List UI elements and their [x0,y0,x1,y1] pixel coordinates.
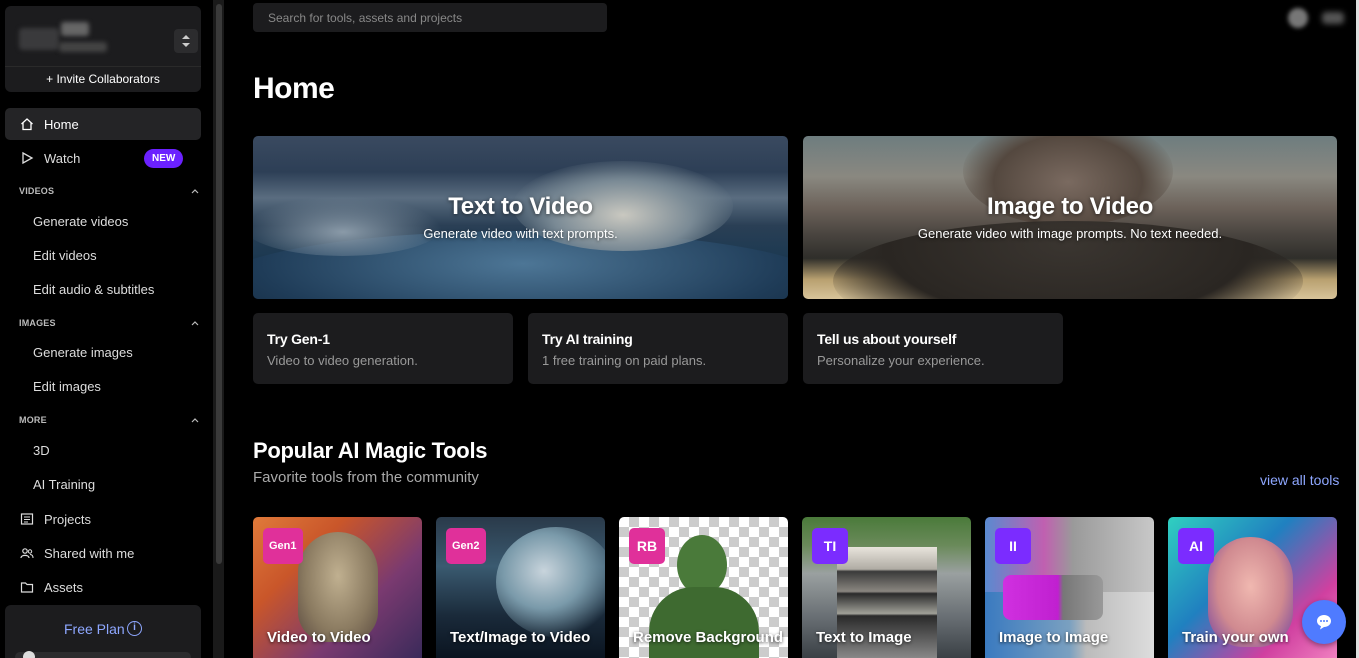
section-subtitle: Favorite tools from the community [253,469,479,486]
section-title: MORE [19,415,47,425]
section-title: VIDEOS [19,186,55,196]
card-try-gen1[interactable]: Try Gen-1 Video to video generation. [253,313,513,384]
team-switch-button[interactable] [174,29,198,53]
sidebar-item-edit-audio[interactable]: Edit audio & subtitles [33,282,154,297]
avatar[interactable] [1288,8,1308,28]
team-role [59,42,107,52]
tool-label: Image to Image [999,629,1109,646]
sidebar-item-generate-images[interactable]: Generate images [33,345,133,360]
tool-label: Text/Image to Video [450,629,591,646]
tool-card-remove-background[interactable]: RB Remove Background [619,517,788,658]
sidebar-item-label: Home [44,116,79,132]
invite-collaborators-button[interactable]: + Invite Collaborators [5,70,201,92]
plan-box: Free Plan i [5,605,201,658]
team-switcher[interactable]: + Invite Collaborators [5,6,201,92]
tool-label: Text to Image [816,629,912,646]
sidebar-item-label: Projects [44,511,91,527]
tool-badge: II [995,528,1031,564]
tool-card-text-to-image[interactable]: TI Text to Image [802,517,971,658]
tool-card-gen2[interactable]: Gen2 Text/Image to Video [436,517,605,658]
folder-icon [19,579,35,595]
chevron-up-down-icon [182,35,190,47]
wave-image [496,527,605,637]
hero-subtitle: Generate video with image prompts. No te… [917,226,1223,241]
tool-badge: Gen2 [446,528,486,564]
account-menu[interactable] [1322,12,1344,24]
sidebar-item-projects[interactable]: Projects [5,503,201,535]
play-icon [19,150,35,166]
sidebar-item-ai-training[interactable]: AI Training [33,477,95,492]
tool-label: Train your own [1182,629,1289,646]
sidebar-item-generate-videos[interactable]: Generate videos [33,214,128,229]
section-more-header[interactable]: MORE [19,415,199,425]
card-subtitle: Video to video generation. [267,353,418,368]
team-name [61,22,89,36]
new-badge: NEW [144,149,184,168]
tool-card-gen1[interactable]: Gen1 Video to Video [253,517,422,658]
character-image [298,532,378,642]
sidebar-scrollbar-thumb[interactable] [216,4,222,564]
plan-label[interactable]: Free Plan [64,621,125,637]
sidebar-item-shared[interactable]: Shared with me [5,537,201,569]
sidebar-item-label: Shared with me [44,545,135,561]
card-title: Try Gen-1 [267,331,330,347]
team-avatar [19,28,59,50]
chat-icon [1317,615,1331,630]
jeep-image [1003,575,1103,620]
hero-image-to-video[interactable]: Image to Video Generate video with image… [803,136,1337,299]
hero-title: Text to Video [448,193,593,220]
sidebar-item-assets[interactable]: Assets [5,571,201,603]
card-subtitle: 1 free training on paid plans. [542,353,707,368]
sidebar-item-label: Assets [44,579,84,595]
section-title: Popular AI Magic Tools [253,438,488,463]
card-title: Try AI training [542,331,633,347]
sidebar: + Invite Collaborators Home Watch NEW VI… [0,0,206,658]
users-icon [19,545,35,561]
section-title: IMAGES [19,318,56,328]
chevron-up-icon [191,418,199,423]
chat-button[interactable] [1302,600,1346,644]
tool-label: Video to Video [267,629,371,646]
card-try-ai-training[interactable]: Try AI training 1 free training on paid … [528,313,788,384]
tool-card-image-to-image[interactable]: II Image to Image [985,517,1154,658]
card-subtitle: Personalize your experience. [817,353,985,368]
tool-badge: RB [629,528,665,564]
chevron-up-icon [191,321,199,326]
tool-badge: Gen1 [263,528,303,564]
hero-title: Image to Video [986,193,1154,220]
projects-icon [19,511,35,527]
card-tell-us[interactable]: Tell us about yourself Personalize your … [803,313,1063,384]
card-title: Tell us about yourself [817,331,957,347]
sidebar-item-edit-images[interactable]: Edit images [33,379,101,394]
tool-label: Remove Background [633,629,784,646]
chevron-up-icon [191,189,199,194]
person-body-image [649,587,759,658]
sidebar-item-watch[interactable]: Watch NEW [5,142,201,174]
search-input[interactable] [253,3,607,32]
divider [5,66,201,67]
page-title: Home [253,72,335,105]
sidebar-item-edit-videos[interactable]: Edit videos [33,248,97,263]
tool-badge: TI [812,528,848,564]
section-videos-header[interactable]: VIDEOS [19,186,199,196]
view-all-tools-link[interactable]: view all tools [1260,472,1339,488]
home-icon [19,116,35,132]
plan-usage-knob [23,651,35,658]
sidebar-item-label: Watch [44,150,81,166]
hero-text-to-video[interactable]: Text to Video Generate video with text p… [253,136,788,299]
person-head-image [677,535,727,595]
info-icon[interactable]: i [127,621,142,636]
tool-badge: AI [1178,528,1214,564]
plan-usage-bar [15,651,191,658]
sidebar-item-3d[interactable]: 3D [33,443,50,458]
section-images-header[interactable]: IMAGES [19,318,199,328]
hero-subtitle: Generate video with text prompts. [423,226,618,241]
sidebar-item-home[interactable]: Home [5,108,201,140]
